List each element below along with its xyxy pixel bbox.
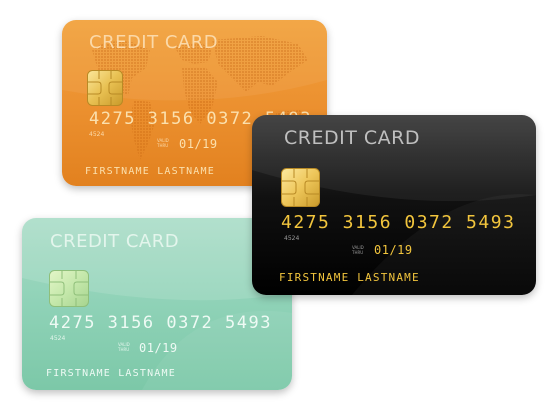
chip-icon (87, 70, 123, 106)
valid-thru-label: VALID THRU (118, 342, 130, 352)
card-holder-name: FIRSTNAME LASTNAME (46, 368, 176, 379)
card-number: 4275 3156 0372 5493 (281, 212, 516, 233)
chip-icon (281, 168, 320, 207)
credit-card-black: CREDIT CARD 4275 3156 0372 5493 4524 VAL… (252, 115, 536, 295)
card-bin-code: 4524 (284, 235, 300, 242)
thru-label: THRU (157, 143, 169, 148)
chip-icon (49, 270, 89, 307)
card-title: CREDIT CARD (50, 231, 180, 252)
card-title: CREDIT CARD (89, 32, 219, 53)
card-number: 4275 3156 0372 5493 (49, 313, 272, 333)
card-holder-name: FIRSTNAME LASTNAME (279, 271, 420, 284)
card-bin-code: 4524 (50, 335, 66, 342)
thru-label: THRU (118, 347, 130, 352)
valid-thru-label: VALID THRU (352, 245, 364, 255)
card-holder-name: FIRSTNAME LASTNAME (85, 166, 215, 177)
card-expiry: 01/19 (139, 341, 178, 355)
card-expiry: 01/19 (179, 137, 218, 151)
card-title: CREDIT CARD (284, 127, 420, 149)
thru-label: THRU (352, 250, 364, 255)
card-expiry: 01/19 (374, 243, 413, 257)
card-bin-code: 4524 (89, 131, 105, 138)
valid-thru-label: VALID THRU (157, 138, 169, 148)
